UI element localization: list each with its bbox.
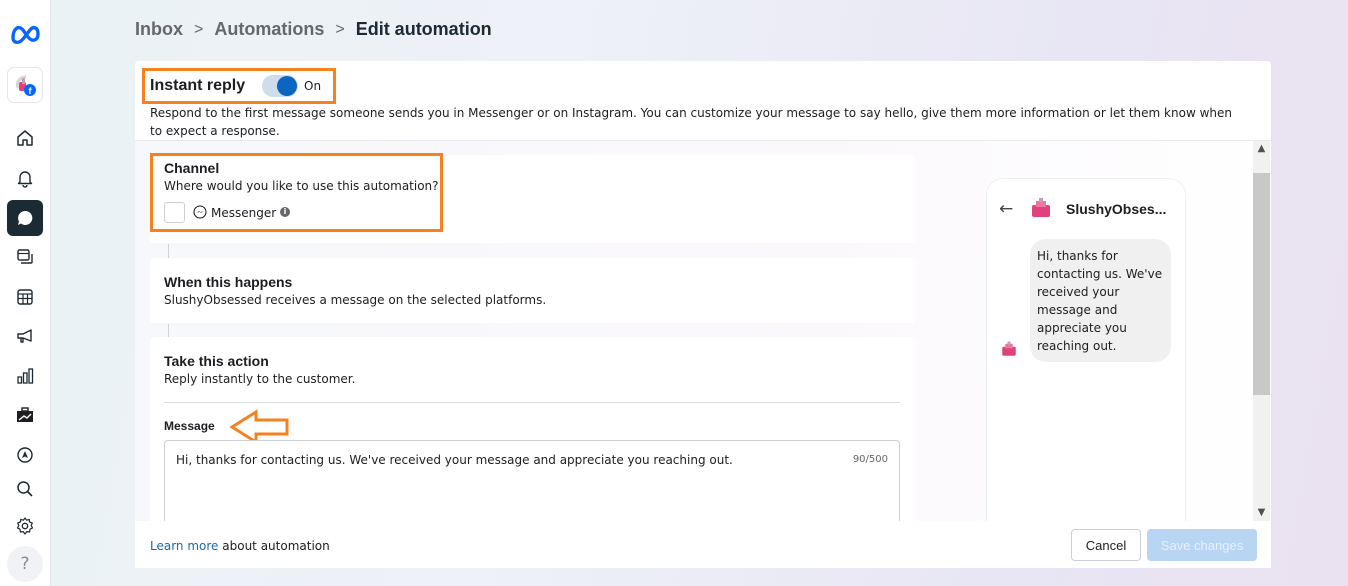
action-step: Take this action Reply instantly to the … [150, 337, 915, 521]
breadcrumb-separator-icon: > [194, 20, 204, 38]
breadcrumb-separator-icon: > [335, 20, 345, 38]
automation-editor: Instant reply On Respond to the first me… [135, 61, 1271, 568]
trigger-step: When this happens SlushyObsessed receive… [150, 258, 915, 323]
breadcrumb-inbox[interactable]: Inbox [135, 19, 183, 40]
sidebar-item-ads-manager[interactable] [7, 437, 43, 473]
character-count: 90/500 [852, 454, 888, 465]
sidebar-item-insights[interactable] [7, 358, 43, 394]
sidebar-item-ads[interactable] [7, 318, 43, 354]
scroll-up-icon[interactable]: ▲ [1253, 141, 1270, 157]
bell-icon [17, 171, 33, 188]
cancel-button[interactable]: Cancel [1071, 529, 1141, 561]
message-preview: ← SlushyObses... Hi, thanks for contacti… [987, 179, 1185, 521]
back-arrow-icon[interactable]: ← [999, 199, 1013, 219]
breadcrumb-automations[interactable]: Automations [214, 19, 324, 40]
layers-icon [17, 249, 33, 264]
briefcase-icon [17, 407, 33, 422]
sidebar-item-tools[interactable] [7, 397, 43, 433]
sidebar-item-content[interactable] [7, 239, 43, 275]
divider [164, 402, 900, 403]
page-avatar-icon[interactable]: f [7, 67, 43, 103]
sidebar-item-home[interactable] [7, 120, 43, 156]
page-title: Instant reply [150, 77, 246, 94]
sidebar: f ? [0, 0, 51, 586]
action-title: Take this action [164, 353, 269, 369]
scroll-thumb[interactable] [1253, 173, 1270, 395]
action-subtitle: Reply instantly to the customer. [164, 372, 356, 386]
message-textarea[interactable]: Hi, thanks for contacting us. We've rece… [164, 440, 900, 521]
sidebar-item-planner[interactable] [7, 279, 43, 315]
preview-page-name: SlushyObses... [1066, 201, 1167, 217]
footer: Learn more about automation Cancel Save … [135, 521, 1271, 568]
gear-icon [16, 517, 34, 535]
bar-chart-icon [17, 368, 34, 384]
help-button[interactable]: ? [7, 546, 43, 582]
message-label: Message [164, 419, 215, 433]
learn-more-text: Learn more about automation [150, 539, 330, 553]
sidebar-item-search[interactable] [7, 471, 43, 507]
step-connector [168, 324, 169, 338]
save-changes-button[interactable]: Save changes [1147, 529, 1257, 561]
compass-icon [17, 447, 33, 463]
chat-bubble-icon [18, 210, 33, 225]
megaphone-icon [17, 329, 32, 343]
sidebar-item-notifications[interactable] [7, 160, 43, 196]
breadcrumb-current: Edit automation [355, 19, 492, 39]
breadcrumb: Inbox > Automations > Edit automation [135, 19, 492, 40]
sidebar-item-inbox[interactable] [7, 200, 43, 236]
steps-panel: Channel Where would you like to use this… [135, 141, 1271, 521]
search-icon [17, 481, 33, 497]
home-icon [17, 130, 33, 146]
highlight-annotation [150, 153, 443, 232]
trigger-title: When this happens [164, 274, 293, 290]
step-connector [168, 244, 169, 258]
instant-reply-toggle[interactable] [262, 75, 298, 97]
trigger-subtitle: SlushyObsessed receives a message on the… [164, 293, 547, 307]
toggle-state-label: On [304, 79, 322, 93]
toggle-knob [277, 76, 297, 96]
help-icon: ? [20, 554, 30, 574]
page-avatar-icon [1002, 341, 1016, 356]
automation-description: Respond to the first message someone sen… [150, 106, 1232, 138]
table-icon [17, 289, 33, 305]
learn-more-link[interactable]: Learn more [150, 539, 218, 553]
scrollbar[interactable]: ▲ ▼ [1253, 141, 1270, 521]
message-text: Hi, thanks for contacting us. We've rece… [176, 453, 733, 467]
scroll-down-icon[interactable]: ▼ [1253, 505, 1270, 521]
sidebar-item-settings[interactable] [7, 508, 43, 544]
preview-message-bubble: Hi, thanks for contacting us. We've rece… [1030, 239, 1171, 362]
meta-logo-icon[interactable] [9, 20, 42, 46]
page-avatar-icon [1032, 198, 1050, 217]
learn-more-suffix: about automation [218, 539, 330, 553]
